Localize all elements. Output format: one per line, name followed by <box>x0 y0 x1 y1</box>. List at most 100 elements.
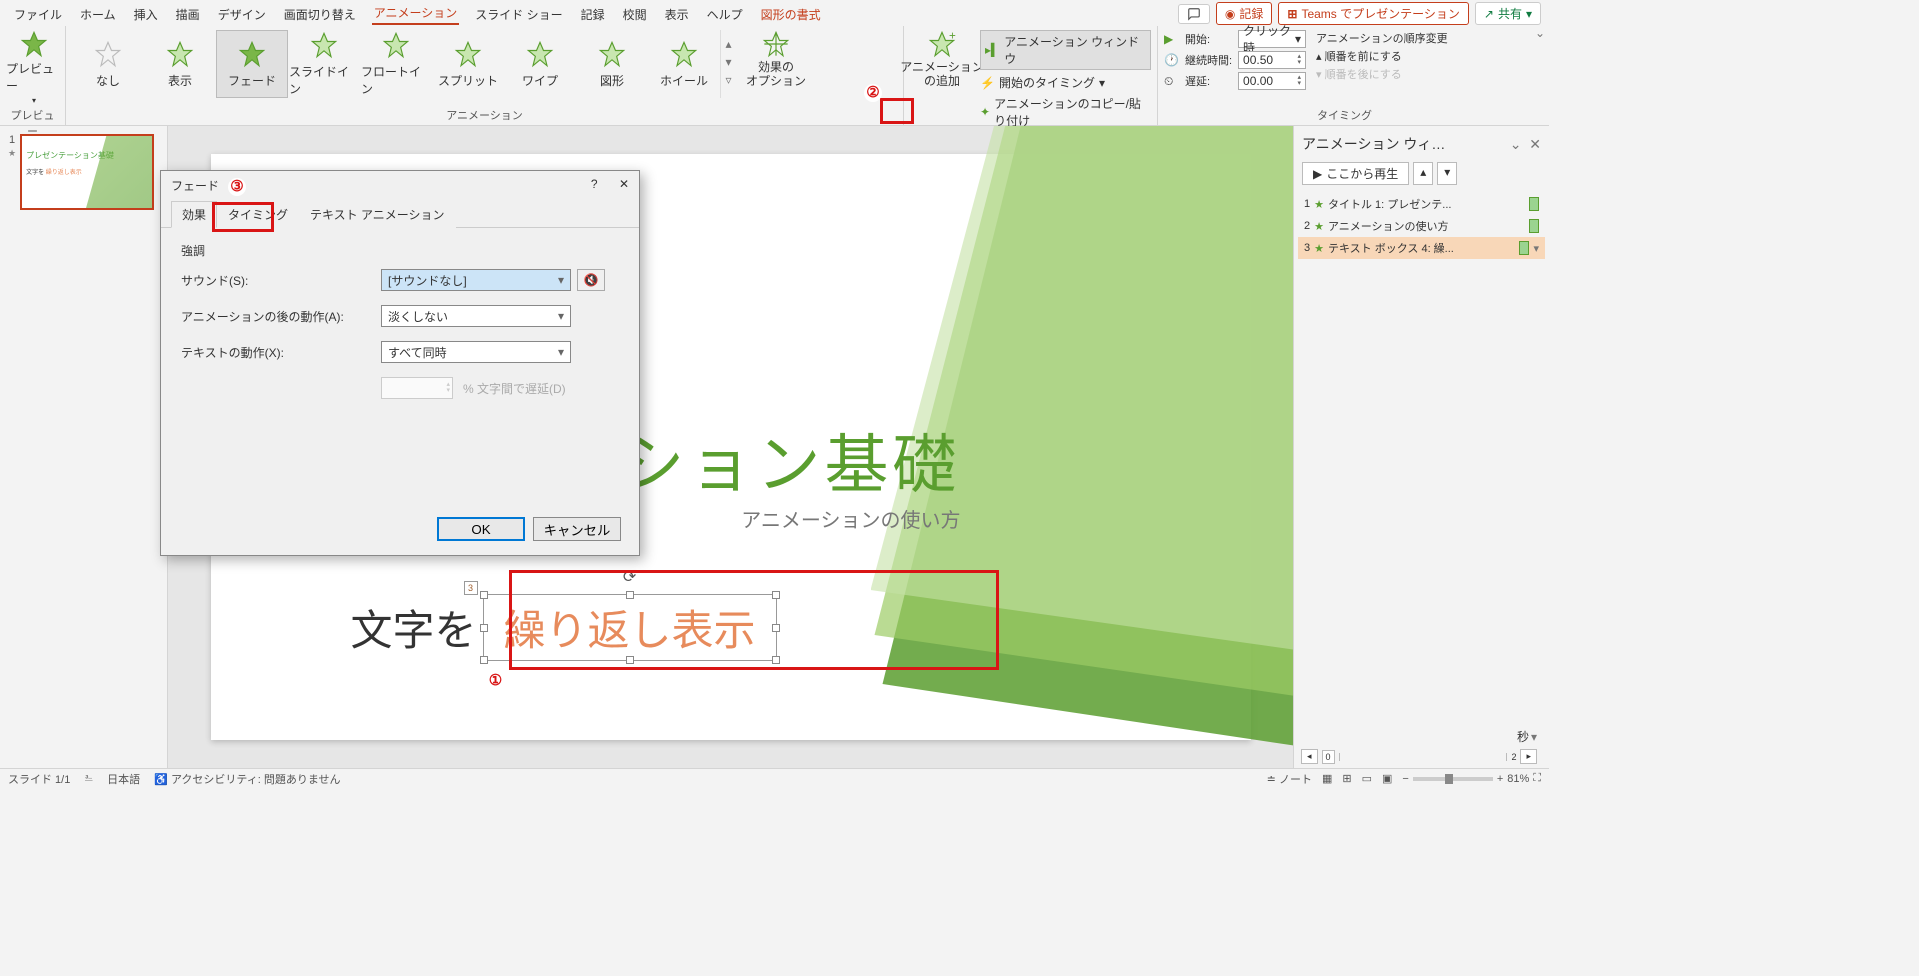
pane-chevron-icon[interactable]: ⌄ <box>1510 136 1522 152</box>
sound-select[interactable]: [サウンドなし]▾ <box>381 269 571 291</box>
char-delay-spinner: ▴▾ <box>381 377 453 399</box>
ribbon-collapse-button[interactable]: ⌄ <box>1531 26 1549 125</box>
anim-list-item-2[interactable]: 2★アニメーションの使い方 <box>1298 215 1545 237</box>
status-language[interactable]: 日本語 <box>107 771 140 787</box>
pane-close-icon[interactable]: ✕ <box>1529 136 1541 152</box>
anim-none[interactable]: なし <box>72 30 144 98</box>
zoom-out-button[interactable]: − <box>1402 773 1408 785</box>
menu-record[interactable]: 記録 <box>579 6 607 23</box>
slide-thumbnail-1[interactable]: プレゼンテーション基礎 文字を 繰り返し表示 <box>20 134 154 210</box>
timeline-next-button[interactable]: ▸ <box>1520 749 1537 764</box>
notes-button[interactable]: ≐ ノート <box>1267 771 1312 787</box>
timeline-prev-button[interactable]: ◂ <box>1301 749 1318 764</box>
animation-pane: アニメーション ウィ… ⌄ ✕ ▶ ここから再生 ▴ ▾ 1★タイトル 1: プ… <box>1293 126 1549 768</box>
preview-button[interactable]: プレビュー▾ <box>6 30 62 105</box>
text-anim-select[interactable]: すべて同時▾ <box>381 341 571 363</box>
delay-label: 遅延: <box>1185 73 1232 89</box>
record-button[interactable]: ◉ 記録 <box>1216 2 1273 25</box>
anim-slidein[interactable]: スライドイン <box>288 30 360 98</box>
dialog-title: フェード <box>171 177 219 194</box>
view-slideshow-icon[interactable]: ▣ <box>1382 772 1392 785</box>
anim-list-item-3[interactable]: 3★テキスト ボックス 4: 繰...▾ <box>1298 237 1545 259</box>
clock-icon: 🕐 <box>1164 53 1179 67</box>
callout-box-1 <box>509 570 999 670</box>
menu-design[interactable]: デザイン <box>216 6 268 23</box>
play-from-here-button[interactable]: ▶ ここから再生 <box>1302 162 1409 185</box>
animation-painter-button[interactable]: ✦アニメーションのコピー/貼り付け <box>980 95 1151 129</box>
char-delay-label: % 文字間で遅延(D) <box>463 380 566 397</box>
animation-pane-title: アニメーション ウィ… <box>1302 134 1445 154</box>
animation-pane-button[interactable]: ▸▍アニメーション ウィンドウ <box>980 30 1151 70</box>
seconds-label: 秒 <box>1517 728 1529 745</box>
view-normal-icon[interactable]: ▦ <box>1322 772 1332 785</box>
zoom-slider[interactable] <box>1413 777 1493 781</box>
move-later-button: ▾ 順番を後にする <box>1316 66 1448 82</box>
anim-wheel[interactable]: ホイール <box>648 30 720 98</box>
after-anim-select[interactable]: 淡くしない▾ <box>381 305 571 327</box>
status-spellcheck-icon[interactable]: ⎁ <box>84 772 93 785</box>
anim-list-item-1[interactable]: 1★タイトル 1: プレゼンテ... <box>1298 193 1545 215</box>
menu-file[interactable]: ファイル <box>12 6 64 23</box>
animation-tag[interactable]: 3 <box>464 581 478 595</box>
dialog-cancel-button[interactable]: キャンセル <box>533 517 621 541</box>
anim-shape[interactable]: 図形 <box>576 30 648 98</box>
anim-wipe[interactable]: ワイプ <box>504 30 576 98</box>
delay-icon: ⏲ <box>1164 74 1179 89</box>
zoom-value[interactable]: 81% <box>1507 773 1529 785</box>
dialog-close-button[interactable]: ✕ <box>619 177 629 191</box>
menu-animations[interactable]: アニメーション <box>372 4 460 25</box>
menu-draw[interactable]: 描画 <box>174 6 202 23</box>
status-bar: スライド 1/1 ⎁ 日本語 ♿ アクセシビリティ: 問題ありません ≐ ノート… <box>0 768 1549 788</box>
anim-fade[interactable]: フェード <box>216 30 288 98</box>
menu-view[interactable]: 表示 <box>663 6 691 23</box>
anim-appear[interactable]: 表示 <box>144 30 216 98</box>
effect-options-button[interactable]: 効果の オプション <box>744 30 808 98</box>
delay-input[interactable]: 00.00▴▾ <box>1238 72 1306 90</box>
duration-input[interactable]: 00.50▴▾ <box>1238 51 1306 69</box>
slide-text-prefix: 文字を <box>351 597 477 658</box>
view-reading-icon[interactable]: ▭ <box>1362 772 1372 785</box>
dialog-help-button[interactable]: ? <box>591 177 598 191</box>
menu-review[interactable]: 校閲 <box>621 6 649 23</box>
move-earlier-button[interactable]: ▴ 順番を前にする <box>1316 48 1448 64</box>
slide-thumbnail-panel: 1 ★ プレゼンテーション基礎 文字を 繰り返し表示 <box>0 126 168 768</box>
zoom-in-button[interactable]: + <box>1497 773 1503 785</box>
svg-text:+: + <box>949 30 956 42</box>
menu-slideshow[interactable]: スライド ショー <box>473 6 564 23</box>
dialog-ok-button[interactable]: OK <box>437 517 525 541</box>
menu-insert[interactable]: 挿入 <box>132 6 160 23</box>
menu-home[interactable]: ホーム <box>78 6 118 23</box>
anim-split[interactable]: スプリット <box>432 30 504 98</box>
callout-number-3: ③ <box>228 178 246 196</box>
anim-floatin[interactable]: フロートイン <box>360 30 432 98</box>
duration-label: 継続時間: <box>1185 52 1232 68</box>
fit-to-window-button[interactable]: ⛶ <box>1533 772 1541 785</box>
menu-shape-format[interactable]: 図形の書式 <box>759 6 823 23</box>
sound-preview-button[interactable]: 🔇 <box>577 269 605 291</box>
view-sorter-icon[interactable]: ⊞ <box>1342 772 1351 785</box>
status-accessibility[interactable]: ♿ アクセシビリティ: 問題ありません <box>154 771 340 787</box>
after-anim-label: アニメーションの後の動作(A): <box>181 308 381 325</box>
menu-help[interactable]: ヘルプ <box>705 6 745 23</box>
gallery-scroll[interactable]: ▴▾▿ <box>720 30 736 98</box>
group-label-animation: アニメーション <box>72 105 897 123</box>
seconds-dropdown[interactable]: ▾ <box>1531 730 1537 744</box>
comments-button[interactable] <box>1178 4 1210 24</box>
teams-present-button[interactable]: ⊞ Teams でプレゼンテーション <box>1278 2 1469 25</box>
pane-move-down-button[interactable]: ▾ <box>1437 162 1457 185</box>
dialog-tab-effect[interactable]: 効果 <box>171 201 217 228</box>
menu-transitions[interactable]: 画面切り替え <box>282 6 358 23</box>
start-label: 開始: <box>1185 31 1232 47</box>
start-select[interactable]: クリック時▾ <box>1238 30 1306 48</box>
reorder-label: アニメーションの順序変更 <box>1316 30 1448 46</box>
add-animation-button[interactable]: + アニメーション の追加 <box>910 30 974 129</box>
timeline-pos-2: 2 <box>1511 752 1516 762</box>
trigger-button[interactable]: ⚡開始のタイミング ▾ <box>980 74 1151 91</box>
ribbon: プレビュー▾ プレビュー なし 表示 フェード スライドイン フロートイン スプ… <box>0 26 1549 126</box>
dialog-tab-textanim[interactable]: テキスト アニメーション <box>299 201 456 228</box>
share-button[interactable]: ↗ 共有 ▾ <box>1475 2 1541 25</box>
pane-move-up-button[interactable]: ▴ <box>1413 162 1433 185</box>
dialog-section-emphasis: 強調 <box>181 242 619 259</box>
play-icon: ▶ <box>1164 32 1179 46</box>
callout-box-2 <box>880 98 914 124</box>
